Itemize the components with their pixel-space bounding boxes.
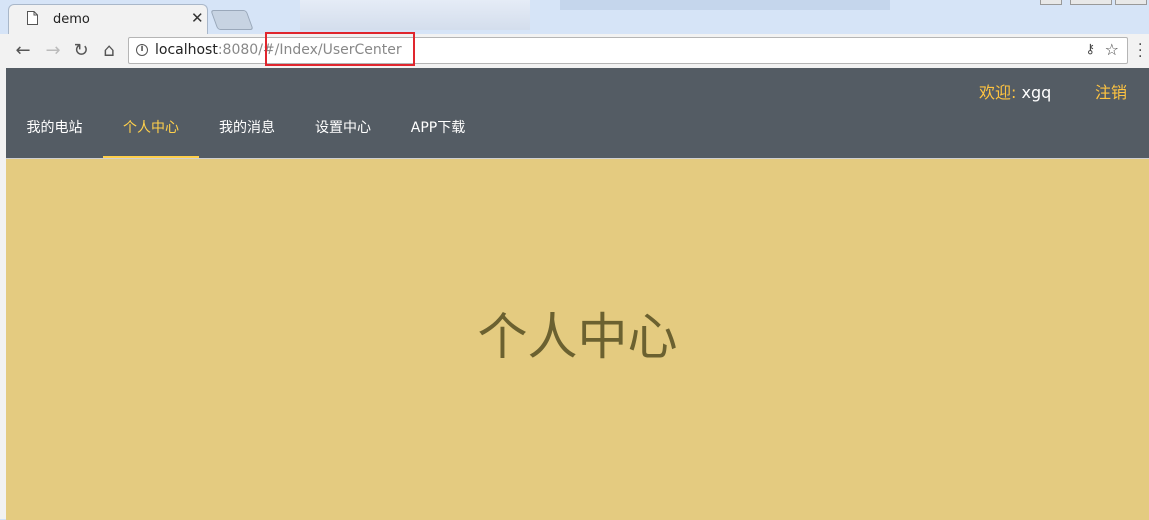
- star-icon[interactable]: ☆: [1105, 40, 1119, 59]
- username: xgq: [1021, 83, 1052, 102]
- logout-link[interactable]: 注销: [1095, 79, 1127, 103]
- window-close-button[interactable]: [1115, 0, 1147, 5]
- forward-arrow-icon[interactable]: →: [42, 40, 64, 62]
- nav-item-my-messages[interactable]: 我的消息: [199, 108, 295, 158]
- background-window-blur: [300, 0, 530, 30]
- window-maximize-button[interactable]: [1070, 0, 1112, 5]
- browser-tab[interactable]: demo ✕: [8, 4, 208, 34]
- nav-item-app-download[interactable]: APP下载: [391, 108, 485, 158]
- reload-icon[interactable]: ↻: [70, 40, 92, 62]
- close-icon[interactable]: ✕: [191, 9, 204, 27]
- page-title: 个人中心: [477, 308, 678, 366]
- menu-dots-icon[interactable]: · · ·: [1138, 38, 1142, 64]
- new-tab-button[interactable]: [210, 10, 254, 30]
- welcome-text: 欢迎: xgq: [979, 79, 1051, 103]
- browser-tabstrip: demo ✕: [0, 0, 1149, 35]
- info-icon[interactable]: i: [136, 44, 148, 56]
- url-host: localhost: [155, 42, 218, 58]
- tab-title: demo: [53, 12, 90, 27]
- browser-toolbar: ← → ↻ ⌂ i localhost:8080/#/Index/UserCen…: [0, 34, 1149, 68]
- nav-item-settings[interactable]: 设置中心: [295, 108, 391, 158]
- welcome-label: 欢迎:: [979, 83, 1022, 102]
- app-header: 欢迎: xgq 注销 我的电站 个人中心 我的消息 设置中心 APP下载: [6, 68, 1149, 158]
- main-content: 个人中心: [6, 158, 1149, 520]
- url-highlight-box: [265, 32, 415, 66]
- page-icon: [27, 11, 38, 25]
- key-icon[interactable]: ⚷: [1085, 42, 1095, 57]
- home-icon[interactable]: ⌂: [98, 40, 120, 62]
- nav-item-user-center[interactable]: 个人中心: [103, 108, 199, 158]
- nav-item-my-station[interactable]: 我的电站: [6, 108, 103, 158]
- back-arrow-icon[interactable]: ←: [12, 40, 34, 62]
- background-window-blur-2: [560, 0, 890, 10]
- window-minimize-button[interactable]: [1040, 0, 1062, 5]
